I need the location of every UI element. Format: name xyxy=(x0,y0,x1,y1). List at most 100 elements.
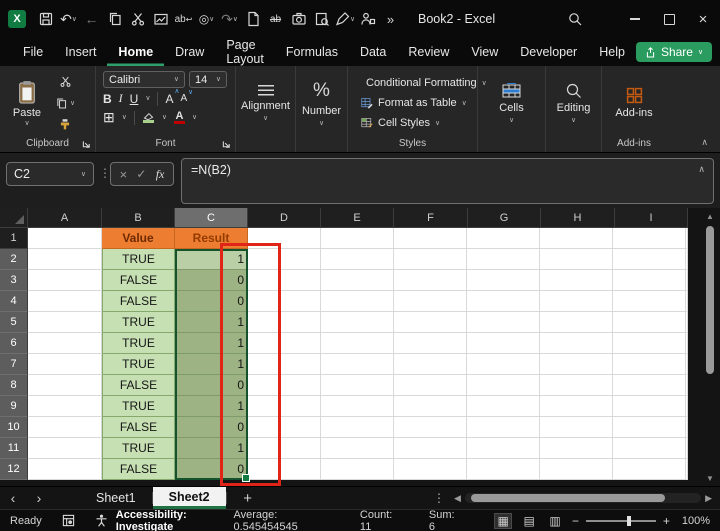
empty-cells[interactable] xyxy=(248,438,688,459)
cell[interactable] xyxy=(28,417,102,438)
save-icon[interactable] xyxy=(34,6,57,32)
column-header-b[interactable]: B xyxy=(102,208,175,228)
tab-draw[interactable]: Draw xyxy=(164,38,215,66)
empty-cells[interactable] xyxy=(248,291,688,312)
column-header-h[interactable]: H xyxy=(541,208,615,228)
cell-b11[interactable]: TRUE xyxy=(102,438,175,459)
row-header[interactable]: 9 xyxy=(0,396,28,417)
bold-button[interactable]: B xyxy=(103,92,112,106)
cell-b6[interactable]: TRUE xyxy=(102,333,175,354)
cell[interactable] xyxy=(28,396,102,417)
column-header-a[interactable]: A xyxy=(28,208,102,228)
cell-c9[interactable]: 1 xyxy=(175,396,248,417)
new-file-icon[interactable] xyxy=(241,6,264,32)
back-icon[interactable]: ← xyxy=(80,6,103,32)
cell-c12[interactable]: 0 xyxy=(175,459,248,480)
cell-c10[interactable]: 0 xyxy=(175,417,248,438)
qat-overflow-button[interactable]: » xyxy=(379,6,402,32)
cell[interactable] xyxy=(28,459,102,480)
cell-b1[interactable]: Value xyxy=(102,228,175,249)
zoom-slider-thumb[interactable] xyxy=(626,515,631,526)
cell[interactable] xyxy=(28,270,102,291)
addins-button[interactable]: Add-ins xyxy=(607,87,661,119)
tab-file[interactable]: File xyxy=(12,38,54,66)
row-header[interactable]: 2 xyxy=(0,249,28,270)
empty-cells[interactable] xyxy=(248,333,688,354)
copy-button[interactable]: ∨ xyxy=(55,94,75,113)
cell-b8[interactable]: FALSE xyxy=(102,375,175,396)
page-layout-view-icon[interactable]: ▤ xyxy=(520,513,538,529)
touch-mode-icon[interactable]: ◎ ∨ xyxy=(195,6,218,32)
cell-b9[interactable]: TRUE xyxy=(102,396,175,417)
zoom-slider[interactable] xyxy=(586,515,656,526)
number-button[interactable]: % Number ∨ xyxy=(301,80,342,127)
paste-button[interactable]: Paste ∨ xyxy=(5,80,49,127)
strikethrough-icon[interactable]: ab xyxy=(264,6,287,32)
page-break-view-icon[interactable]: ▥ xyxy=(546,513,564,529)
tab-help[interactable]: Help xyxy=(588,38,636,66)
row-header[interactable]: 10 xyxy=(0,417,28,438)
cell-c11[interactable]: 1 xyxy=(175,438,248,459)
row-header[interactable]: 8 xyxy=(0,375,28,396)
tab-developer[interactable]: Developer xyxy=(509,38,588,66)
cell[interactable] xyxy=(28,375,102,396)
cell-c8[interactable]: 0 xyxy=(175,375,248,396)
decrease-font-size-button[interactable]: A ∨ xyxy=(180,89,193,104)
horizontal-scrollbar-thumb[interactable] xyxy=(470,494,665,502)
cut-icon[interactable] xyxy=(126,6,149,32)
close-button[interactable]: × xyxy=(686,0,720,38)
cell[interactable] xyxy=(28,438,102,459)
empty-cells[interactable] xyxy=(248,312,688,333)
previous-sheet-icon[interactable]: ‹ xyxy=(0,487,26,509)
zoom-in-icon[interactable]: + xyxy=(663,514,670,528)
empty-cells[interactable] xyxy=(248,396,688,417)
accessibility-status[interactable]: Accessibility: Investigate xyxy=(116,509,234,531)
tab-page-layout[interactable]: Page Layout xyxy=(215,38,275,66)
scroll-left-icon[interactable]: ◀ xyxy=(454,493,461,504)
share-button[interactable]: Share ∨ xyxy=(635,42,713,62)
cell-c2-active[interactable]: 1 xyxy=(175,249,248,270)
vertical-scrollbar-thumb[interactable] xyxy=(706,226,714,374)
cell-b5[interactable]: TRUE xyxy=(102,312,175,333)
scroll-right-icon[interactable]: ▶ xyxy=(705,493,712,504)
cell[interactable] xyxy=(28,354,102,375)
minimize-button[interactable] xyxy=(618,0,652,38)
collapse-ribbon-icon[interactable]: ∧ xyxy=(701,137,708,148)
row-header[interactable]: 3 xyxy=(0,270,28,291)
cell-c4[interactable]: 0 xyxy=(175,291,248,312)
cancel-icon[interactable]: × xyxy=(120,167,128,182)
cell-b3[interactable]: FALSE xyxy=(102,270,175,291)
enter-icon[interactable]: ✓ xyxy=(136,167,146,181)
collapse-formula-bar-icon[interactable]: ∧ xyxy=(698,164,705,175)
conditional-formatting-button[interactable]: Conditional Formatting ∨ xyxy=(353,73,487,93)
format-as-table-button[interactable]: Format as Table ∨ xyxy=(353,93,472,113)
empty-cells[interactable] xyxy=(248,354,688,375)
row-header[interactable]: 1 xyxy=(0,228,28,249)
cell-b4[interactable]: FALSE xyxy=(102,291,175,312)
select-all-corner[interactable] xyxy=(0,208,28,228)
row-header[interactable]: 11 xyxy=(0,438,28,459)
scroll-up-icon[interactable]: ▲ xyxy=(706,210,714,222)
column-header-e[interactable]: E xyxy=(321,208,394,228)
cell-b12[interactable]: FALSE xyxy=(102,459,175,480)
cell-c6[interactable]: 1 xyxy=(175,333,248,354)
cell-b7[interactable]: TRUE xyxy=(102,354,175,375)
search-icon[interactable] xyxy=(558,0,592,38)
column-header-d[interactable]: D xyxy=(248,208,321,228)
cell[interactable] xyxy=(28,333,102,354)
row-header[interactable]: 4 xyxy=(0,291,28,312)
cell[interactable] xyxy=(28,228,102,249)
ink-icon[interactable]: ∨ xyxy=(333,6,356,32)
next-sheet-icon[interactable]: › xyxy=(26,487,52,509)
column-header-i[interactable]: I xyxy=(615,208,688,228)
alignment-button[interactable]: Alignment ∨ xyxy=(241,84,290,122)
cell-c1[interactable]: Result xyxy=(175,228,248,249)
name-box[interactable]: C2 ∨ xyxy=(6,162,94,186)
font-dialog-launcher-icon[interactable] xyxy=(222,140,231,149)
cell[interactable] xyxy=(28,291,102,312)
new-sheet-button[interactable]: + xyxy=(227,487,269,509)
empty-cells[interactable] xyxy=(248,228,688,249)
camera-icon[interactable] xyxy=(287,6,310,32)
tab-home[interactable]: Home xyxy=(107,38,164,66)
cell-styles-button[interactable]: Cell Styles ∨ xyxy=(353,113,472,133)
